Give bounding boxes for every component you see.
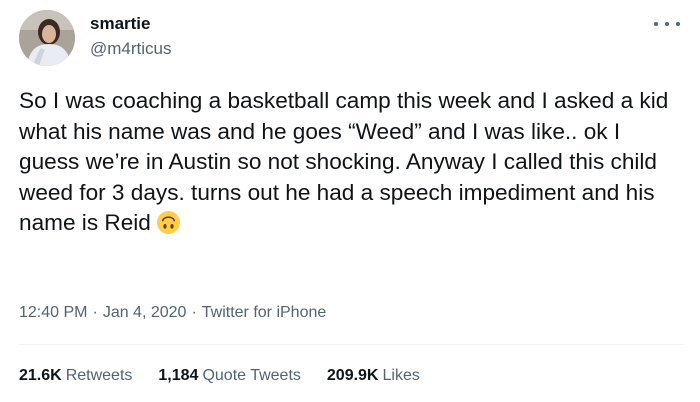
retweets-label: Retweets <box>65 367 133 384</box>
quote-tweets-label: Quote Tweets <box>202 367 301 384</box>
engagement-stats: 21.6K Retweets 1,184 Quote Tweets 209.9K Li… <box>19 367 446 385</box>
display-name[interactable]: smartie <box>90 14 150 34</box>
user-handle[interactable]: @m4rticus <box>90 39 172 59</box>
divider <box>19 344 684 345</box>
tweet-source[interactable]: Twitter for iPhone <box>202 304 327 321</box>
meta-separator: · <box>191 304 197 321</box>
quote-tweets-count: 1,184 <box>158 367 199 384</box>
tweet-date[interactable]: Jan 4, 2020 <box>103 304 187 321</box>
retweets-stat[interactable]: 21.6K Retweets <box>19 367 132 385</box>
more-dot <box>676 22 680 26</box>
tweet-text: So I was coaching a basketball camp this… <box>19 86 684 239</box>
meta-separator: · <box>92 304 98 321</box>
quote-tweets-stat[interactable]: 1,184 Quote Tweets <box>158 367 300 385</box>
tweet-body: So I was coaching a basketball camp this… <box>19 88 669 235</box>
likes-label: Likes <box>382 367 420 384</box>
tweet-meta: 12:40 PM · Jan 4, 2020 · Twitter for iPhone <box>19 304 326 322</box>
likes-stat[interactable]: 209.9K Likes <box>327 367 420 385</box>
avatar-photo <box>19 10 75 66</box>
tweet-card: smartie @m4rticus So I was coaching a ba… <box>0 0 700 402</box>
more-dot <box>665 22 669 26</box>
avatar[interactable] <box>19 10 75 66</box>
retweets-count: 21.6K <box>19 367 62 384</box>
likes-count: 209.9K <box>326 367 379 384</box>
tweet-time[interactable]: 12:40 PM <box>19 304 87 321</box>
more-dot <box>654 22 658 26</box>
upside-down-face-emoji-icon <box>156 211 180 234</box>
more-icon[interactable] <box>654 16 680 32</box>
